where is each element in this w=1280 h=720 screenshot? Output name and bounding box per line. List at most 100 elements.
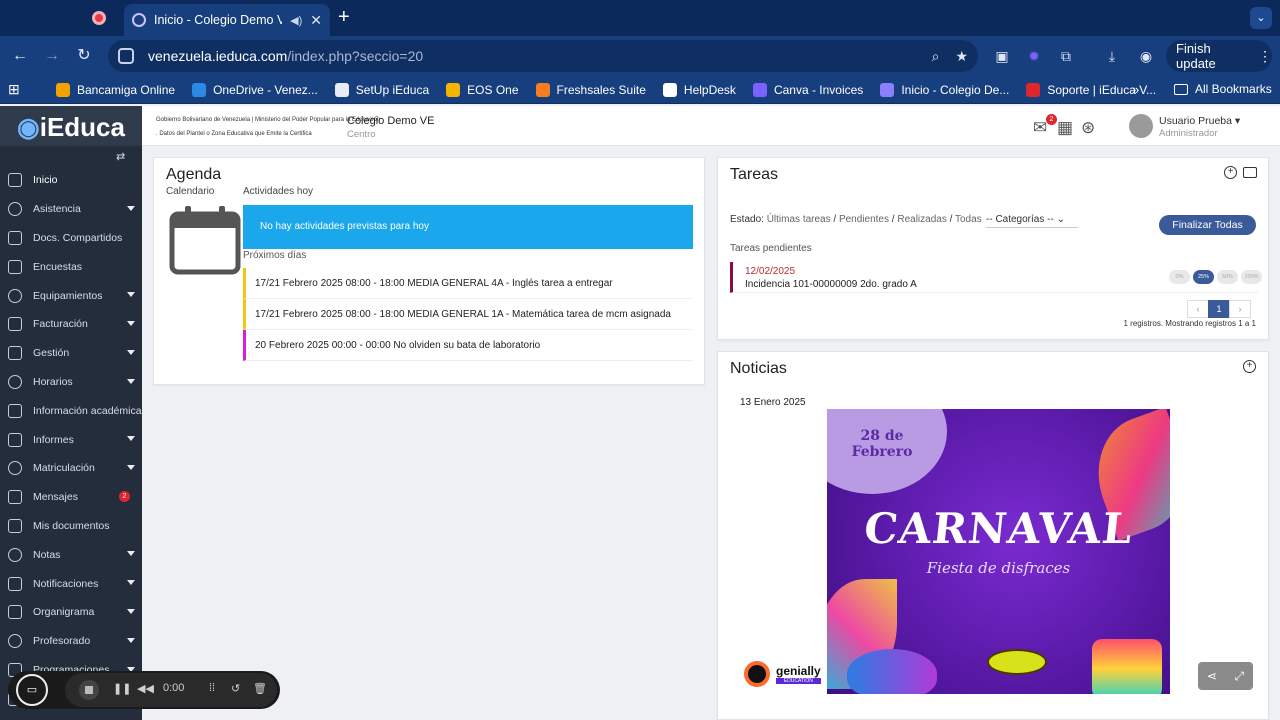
task-folder-icon[interactable]: [1243, 167, 1257, 178]
sidebar-item[interactable]: Gestión: [0, 339, 142, 368]
calendar-big-icon[interactable]: [169, 204, 241, 276]
task-row[interactable]: 12/02/2025 Incidencia 101-00000009 2do. …: [730, 262, 1262, 293]
sidebar-item[interactable]: Profesorado: [0, 627, 142, 656]
site-info-icon[interactable]: [118, 48, 134, 64]
progress-100-button[interactable]: 100%: [1241, 270, 1262, 284]
sidebar-item[interactable]: Información académica: [0, 396, 142, 425]
download-icon[interactable]: ⤓: [1102, 46, 1122, 66]
category-select[interactable]: -- Categorías -- ⌄: [986, 214, 1078, 228]
sidebar-item[interactable]: Notificaciones: [0, 569, 142, 598]
sidebar-item[interactable]: Mensajes 2: [0, 483, 142, 512]
share-icon[interactable]: ⋖: [1207, 669, 1217, 683]
app-logo[interactable]: ◉ iEduca: [0, 106, 142, 148]
progress-50-button[interactable]: 50%: [1217, 270, 1238, 284]
fullscreen-icon[interactable]: ⤢: [1235, 669, 1245, 684]
bookmark-item[interactable]: SetUp iEduca: [334, 82, 429, 97]
more-bookmarks-icon[interactable]: »: [1132, 82, 1139, 97]
avatar[interactable]: [1129, 114, 1153, 138]
back-icon[interactable]: ←: [8, 44, 32, 68]
sidebar-item[interactable]: Informes: [0, 425, 142, 454]
browser-tab-strip: Inicio - Colegio Demo VE ◀) ✕ + ⌄: [0, 0, 1280, 36]
more-menu-icon[interactable]: ⋮: [1258, 48, 1272, 65]
url-text[interactable]: venezuela.ieduca.com/index.php?seccio=20: [148, 48, 916, 64]
sidebar-item[interactable]: Notas: [0, 540, 142, 569]
sidebar-toggle-icon[interactable]: ⇄: [116, 150, 125, 163]
sidebar-item[interactable]: Matriculación: [0, 454, 142, 483]
bookmark-item[interactable]: Bancamiga Online: [56, 82, 175, 97]
bookmark-item[interactable]: Freshsales Suite: [535, 82, 646, 97]
poster-title: CARNAVAL: [861, 504, 1136, 553]
sidebar-item[interactable]: Organigrama: [0, 598, 142, 627]
sidebar-item[interactable]: Equipamientos: [0, 281, 142, 310]
recording-tab-icon[interactable]: [92, 11, 106, 25]
extension-gear-icon[interactable]: ✹: [1024, 46, 1044, 66]
rewind-icon[interactable]: ◀◀: [137, 682, 154, 695]
filter-pending[interactable]: Pendientes: [839, 214, 889, 225]
filter-all[interactable]: Todas: [955, 214, 982, 225]
filter-latest[interactable]: Últimas tareas: [767, 214, 831, 225]
sidebar-item[interactable]: Mis documentos: [0, 512, 142, 541]
carnaval-poster[interactable]: 28 de Febrero CARNAVAL Fiesta de disfrac…: [827, 409, 1170, 694]
camera-icon[interactable]: ▭: [16, 674, 48, 706]
bookmark-item[interactable]: Canva - Invoices: [752, 82, 863, 97]
event-item[interactable]: 17/21 Febrero 2025 08:00 - 18:00 MEDIA G…: [243, 268, 693, 299]
sidebar-item[interactable]: Encuestas: [0, 252, 142, 281]
bookmark-star-icon[interactable]: ★: [955, 48, 968, 65]
finish-all-button[interactable]: Finalizar Todas: [1159, 215, 1256, 235]
genially-logo[interactable]: genially EDUCATION: [744, 661, 821, 687]
bookmark-item[interactable]: HelpDesk: [662, 82, 736, 97]
logo-mark-icon: ◉: [17, 111, 40, 142]
browser-tab-active[interactable]: Inicio - Colegio Demo VE ◀) ✕: [124, 4, 330, 36]
bookmark-favicon-icon: [662, 82, 677, 97]
event-item[interactable]: 20 Febrero 2025 00:00 - 00:00 No olviden…: [243, 330, 693, 361]
zoom-icon[interactable]: ⌕: [932, 48, 940, 65]
trash-icon[interactable]: 🗑: [253, 682, 267, 695]
sidebar-item[interactable]: Facturación: [0, 310, 142, 339]
menu-item-icon: [8, 576, 22, 591]
mail-icon[interactable]: ✉: [1033, 118, 1047, 138]
new-tab-button[interactable]: +: [338, 6, 350, 29]
help-lifebuoy-icon[interactable]: ⊛: [1081, 118, 1095, 138]
user-name[interactable]: Usuario Prueba ▾: [1159, 115, 1240, 127]
sidebar-item[interactable]: Asistencia: [0, 195, 142, 224]
add-news-icon[interactable]: +: [1243, 360, 1256, 373]
grid-icon[interactable]: ⁞⁞: [209, 682, 215, 694]
prev-page-button[interactable]: ‹: [1187, 300, 1209, 318]
bookmark-item[interactable]: OneDrive - Venez...: [192, 82, 318, 97]
page-1-button[interactable]: 1: [1208, 300, 1230, 318]
progress-0-button[interactable]: 0%: [1169, 270, 1190, 284]
restart-icon[interactable]: ↺: [231, 682, 240, 695]
sidebar-item[interactable]: Horarios: [0, 368, 142, 397]
finish-update-button[interactable]: Finish update ⋮: [1166, 40, 1272, 72]
apps-grid-icon[interactable]: ⊞: [8, 81, 34, 98]
forward-icon[interactable]: →: [40, 44, 64, 68]
profile-avatar-icon[interactable]: ◉: [1136, 46, 1156, 66]
extensions-puzzle-icon[interactable]: ⧉: [1056, 46, 1076, 66]
government-badge: Gobierno Bolivariano de Venezuela | Mini…: [156, 116, 380, 142]
address-bar[interactable]: venezuela.ieduca.com/index.php?seccio=20…: [108, 40, 978, 72]
stop-button[interactable]: [79, 680, 99, 700]
reload-icon[interactable]: ↻: [72, 44, 96, 68]
menu-item-icon: [8, 547, 22, 562]
next-page-button[interactable]: ›: [1229, 300, 1251, 318]
bookmark-label: Freshsales Suite: [556, 82, 646, 97]
speaker-icon[interactable]: ◀): [290, 14, 302, 27]
calendar-icon[interactable]: ▦: [1057, 118, 1073, 138]
filter-done[interactable]: Realizadas: [897, 214, 946, 225]
tab-search-button[interactable]: ⌄: [1250, 7, 1272, 29]
tab-close-icon[interactable]: ✕: [310, 12, 322, 29]
school-name[interactable]: Colegio Demo VE: [347, 115, 434, 127]
sidebar-item[interactable]: Inicio: [0, 166, 142, 195]
all-bookmarks-button[interactable]: All Bookmarks: [1174, 82, 1272, 96]
bookmark-item[interactable]: EOS One: [446, 82, 519, 97]
add-task-icon[interactable]: +: [1224, 166, 1237, 179]
progress-25-button[interactable]: 25%: [1193, 270, 1214, 284]
caret-down-icon: [127, 436, 135, 442]
event-item[interactable]: 17/21 Febrero 2025 08:00 - 18:00 MEDIA G…: [243, 299, 693, 330]
sidebar-item[interactable]: Docs. Compartidos: [0, 224, 142, 253]
pause-icon[interactable]: ❚❚: [113, 682, 131, 695]
screen-recorder-bar: ▭ ❚❚ ◀◀ 0:00 ⁞⁞ ↺ 🗑: [8, 671, 280, 709]
extension-gift-icon[interactable]: ▣: [992, 46, 1012, 66]
menu-item-icon: [8, 346, 22, 361]
bookmark-item[interactable]: Inicio - Colegio De...: [880, 82, 1009, 97]
